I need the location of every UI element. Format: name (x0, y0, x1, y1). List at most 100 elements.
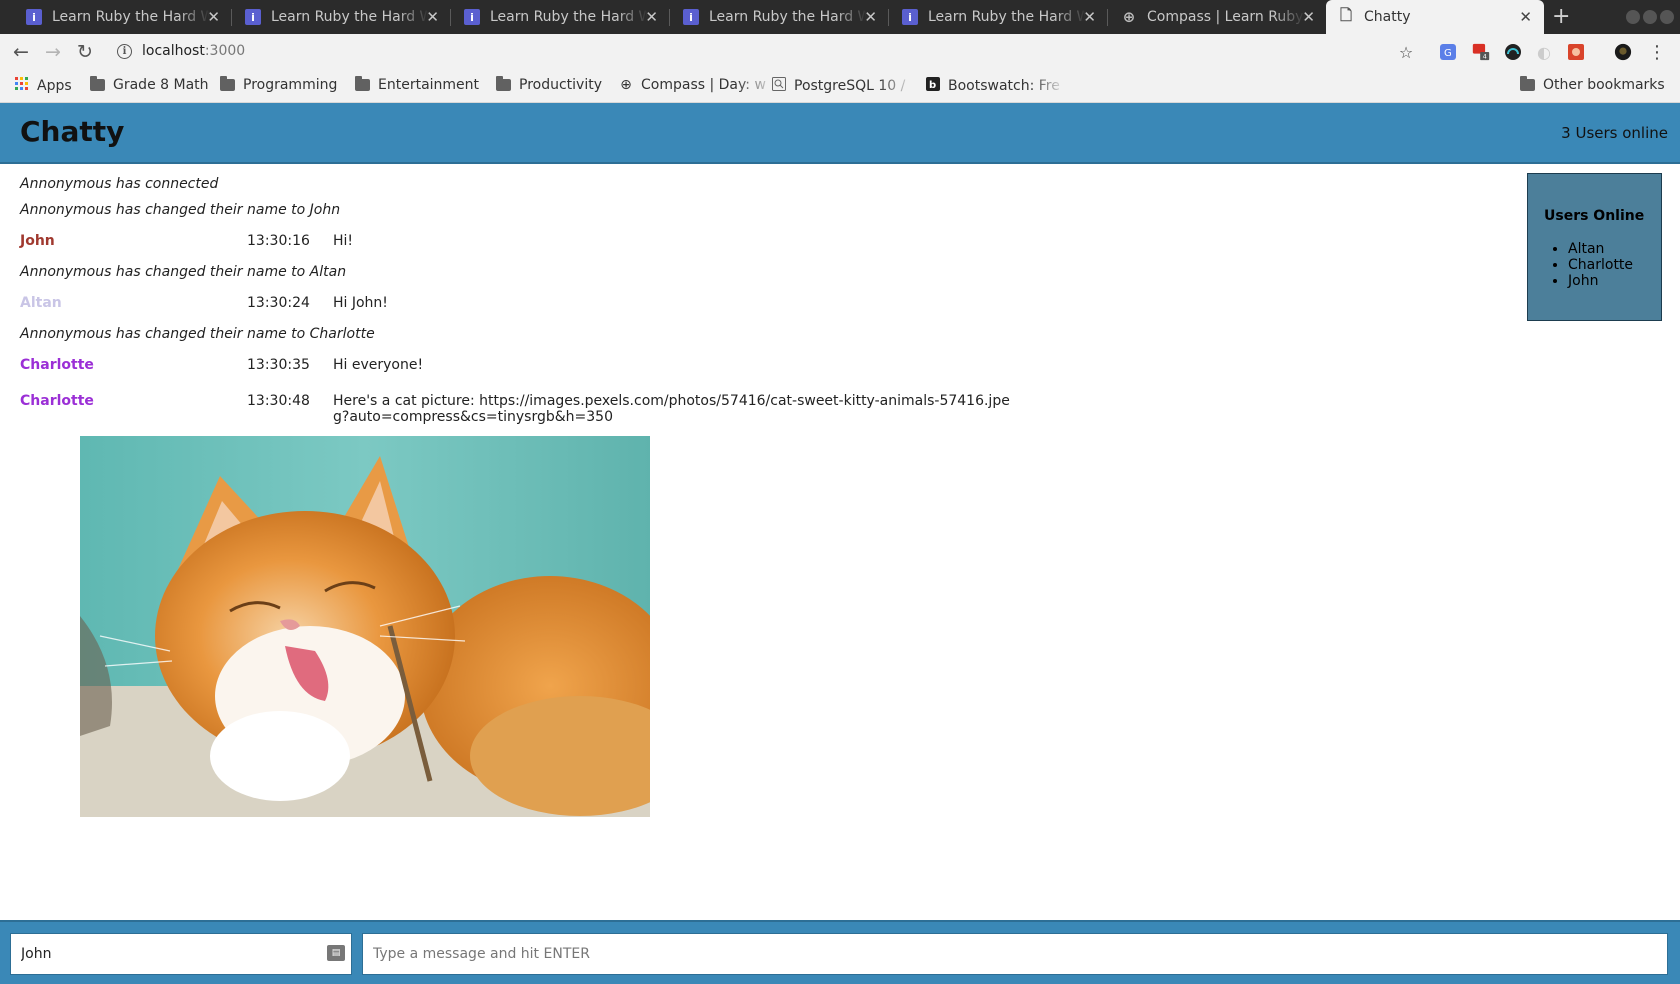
search-page-icon (771, 77, 787, 95)
mail-extension-icon[interactable]: 4 (1472, 43, 1490, 61)
close-icon[interactable]: ✕ (1302, 8, 1315, 26)
close-icon[interactable]: ✕ (426, 8, 439, 26)
tab-title: Learn Ruby the Hard Way (490, 9, 648, 25)
url-port: :3000 (204, 43, 246, 59)
online-user-item: John (1568, 273, 1633, 289)
compose-bar: ▤ (0, 920, 1680, 984)
bookmark-folder[interactable]: Programming (220, 76, 338, 93)
app-brand[interactable]: Chatty (20, 115, 124, 148)
close-icon[interactable]: ✕ (1519, 8, 1532, 26)
bookmark-folder[interactable]: Grade 8 Math (90, 76, 209, 93)
new-tab-plus-icon[interactable]: + (1552, 4, 1570, 29)
browser-tab-strip: i Learn Ruby the Hard Way ✕ i Learn Ruby… (0, 0, 1680, 34)
bookmarks-bar: Apps Grade 8 Math Programming Entertainm… (0, 71, 1680, 103)
close-icon[interactable]: ✕ (864, 8, 877, 26)
system-message: Annonymous has changed their name to Joh… (20, 202, 341, 218)
bootswatch-icon: b (925, 77, 941, 95)
bookmark-label: Apps (37, 78, 72, 94)
bookmark-other[interactable]: Other bookmarks (1520, 76, 1665, 93)
browser-tab[interactable]: i Learn Ruby the Hard Way ✕ (452, 0, 670, 34)
close-icon[interactable]: ✕ (1083, 8, 1096, 26)
online-user-item: Charlotte (1568, 257, 1633, 273)
browser-tab-active[interactable]: 🗋 Chatty ✕ (1326, 0, 1544, 34)
browser-tab[interactable]: i Learn Ruby the Hard Way ✕ (233, 0, 451, 34)
online-user-item: Altan (1568, 241, 1633, 257)
bookmark-label: Compass | Day: w (641, 77, 766, 93)
close-icon[interactable]: ✕ (645, 8, 658, 26)
compass-icon: ⊕ (620, 77, 632, 93)
browser-tab[interactable]: i Learn Ruby the Hard Way ✕ (14, 0, 232, 34)
bookmark-apps[interactable]: Apps (14, 77, 72, 95)
tab-title: Learn Ruby the Hard Way (928, 9, 1086, 25)
system-message: Annonymous has changed their name to Cha… (20, 326, 375, 342)
tab-title: Learn Ruby the Hard Way (271, 9, 429, 25)
translate-extension-icon[interactable]: G (1439, 43, 1457, 61)
url-host: localhost (142, 43, 205, 59)
forward-arrow-icon[interactable]: → (40, 39, 66, 65)
svg-text:4: 4 (1483, 53, 1487, 61)
compass-icon: ⊕ (1122, 8, 1136, 26)
profile-avatar-icon[interactable] (1614, 43, 1632, 61)
tab-title: Compass | Learn Ruby (1147, 9, 1304, 25)
tab-title: Chatty (1364, 9, 1411, 25)
book-icon: i (26, 9, 42, 25)
bookmark-compass[interactable]: ⊕ Compass | Day: w (618, 77, 776, 93)
browser-toolbar: ← → ↻ i localhost:3000 ☆ G 4 ◐ ⋮ (0, 34, 1680, 71)
autofill-contact-icon[interactable]: ▤ (327, 945, 345, 961)
message-time: 13:30:35 (247, 357, 310, 373)
svg-text:b: b (929, 80, 936, 91)
bookmark-folder[interactable]: Entertainment (355, 76, 480, 93)
book-icon: i (902, 9, 918, 25)
username-input[interactable] (10, 933, 352, 975)
address-bar[interactable]: localhost:3000 (142, 43, 245, 59)
message-username: Charlotte (20, 357, 94, 373)
close-window-icon[interactable] (1660, 10, 1674, 24)
app-header: Chatty 3 Users online (0, 103, 1680, 164)
users-panel-title: Users Online (1544, 208, 1645, 224)
bookmark-label: Productivity (519, 77, 602, 93)
browser-tab[interactable]: i Learn Ruby the Hard Way ✕ (671, 0, 889, 34)
book-icon: i (683, 9, 699, 25)
bookmark-label: Programming (243, 77, 338, 93)
sync-extension-icon[interactable]: ◐ (1535, 43, 1553, 62)
folder-icon (1520, 76, 1535, 91)
svg-text:G: G (1444, 48, 1452, 59)
bookmark-label: Other bookmarks (1543, 77, 1665, 93)
message-time: 13:30:16 (247, 233, 310, 249)
bookmark-folder[interactable]: Productivity (496, 76, 602, 93)
book-icon: i (464, 9, 480, 25)
browser-tab[interactable]: ⊕ Compass | Learn Ruby ✕ (1109, 0, 1327, 34)
apps-grid-icon (14, 77, 30, 95)
bookmark-label: PostgreSQL 10 / (794, 78, 906, 94)
back-arrow-icon[interactable]: ← (8, 39, 34, 65)
message-content: Here's a cat picture: https://images.pex… (333, 393, 1010, 425)
bookmark-postgresql[interactable]: PostgreSQL 10 / (771, 77, 914, 95)
message-time: 13:30:48 (247, 393, 310, 409)
site-info-icon[interactable]: i (117, 44, 132, 59)
message-content: Hi! (333, 233, 354, 249)
maximize-window-icon[interactable] (1643, 10, 1657, 24)
system-message: Annonymous has connected (20, 176, 219, 192)
users-online-panel: Users Online Altan Charlotte John (1527, 173, 1662, 321)
message-username: John (20, 233, 55, 249)
close-icon[interactable]: ✕ (207, 8, 220, 26)
bookmark-star-icon[interactable]: ☆ (1397, 43, 1415, 62)
tab-title: Learn Ruby the Hard Way (709, 9, 867, 25)
users-online-count: 3 Users online (1561, 124, 1668, 142)
browser-tab[interactable]: i Learn Ruby the Hard Way ✕ (890, 0, 1108, 34)
bookmark-bootswatch[interactable]: b Bootswatch: Fre (925, 77, 1066, 95)
chrome-menu-icon[interactable]: ⋮ (1648, 42, 1666, 63)
folder-icon (496, 76, 511, 91)
folder-icon (355, 76, 370, 91)
reload-icon[interactable]: ↻ (72, 39, 98, 65)
system-message: Annonymous has changed their name to Alt… (20, 264, 347, 280)
message-input[interactable] (362, 933, 1668, 975)
cat-photo-image (80, 436, 650, 817)
minimize-window-icon[interactable] (1626, 10, 1640, 24)
page-icon: 🗋 (1339, 5, 1353, 24)
red-extension-icon[interactable] (1567, 43, 1585, 61)
bookmark-label: Entertainment (378, 77, 480, 93)
message-content: Hi John! (333, 295, 388, 311)
speedometer-extension-icon[interactable] (1504, 43, 1522, 61)
tab-title: Learn Ruby the Hard Way (52, 9, 210, 25)
